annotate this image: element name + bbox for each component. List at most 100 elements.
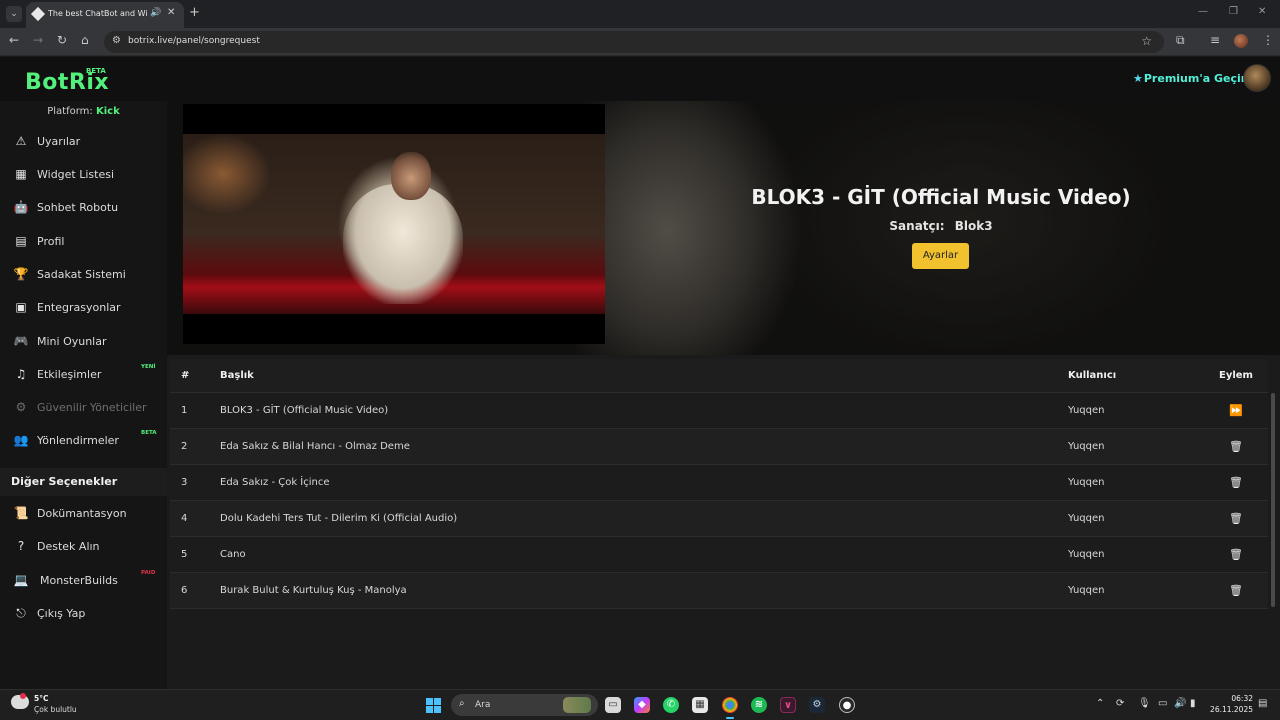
trash-icon[interactable]: 🗑 <box>1229 476 1243 489</box>
active-app-indicator <box>726 717 734 719</box>
table-row: 1 BLOK3 - GİT (Official Music Video) Yuqqe… <box>170 393 1268 429</box>
browser-tab[interactable]: The best ChatBot and Widg 🔊 ✕ <box>26 2 184 28</box>
queue-scrollbar[interactable] <box>1270 359 1276 609</box>
row-action: 🗑 <box>1214 537 1258 572</box>
row-action: 🗑 <box>1214 501 1258 536</box>
skip-forward-icon[interactable]: ⏩ <box>1229 404 1243 417</box>
sidebar-item-label: Widget Listesi <box>37 168 115 181</box>
tab-title: The best ChatBot and Widg <box>48 9 148 18</box>
sidebar-item-monsterbuilds[interactable]: 💻 MonsterBuilds PAID <box>0 567 167 595</box>
task-view-icon[interactable]: ▭ <box>605 697 621 713</box>
tab-close-icon[interactable]: ✕ <box>167 7 175 18</box>
whatsapp-icon[interactable]: ✆ <box>663 697 679 713</box>
sidebar-item-interactions[interactable]: ♫ Etkileşimler YENİ <box>0 361 167 389</box>
sidebar-item-chatbot[interactable]: 🤖 Sohbet Robotu <box>0 194 167 222</box>
steam-icon[interactable]: ⚙ <box>809 697 825 713</box>
row-action: 🗑 <box>1214 465 1258 500</box>
sidebar-item-alerts[interactable]: ⚠ Uyarılar <box>0 128 167 156</box>
sidebar-item-documentation[interactable]: 📜 Dokümantasyon <box>0 500 167 528</box>
extensions-icon[interactable]: ⧉ <box>1176 33 1185 48</box>
column-header-user: Kullanıcı <box>1068 370 1117 381</box>
start-button[interactable] <box>426 698 441 713</box>
trash-icon[interactable]: 🗑 <box>1229 584 1243 597</box>
sidebar-item-logout[interactable]: ⎋ Çıkış Yap <box>0 600 167 628</box>
close-window-button[interactable]: ✕ <box>1258 6 1266 17</box>
address-bar[interactable]: ⚙ botrix.live/panel/songrequest ☆ <box>104 31 1164 53</box>
column-header-number: # <box>181 370 190 381</box>
sidebar-item-label: Sadakat Sistemi <box>37 268 126 281</box>
row-action: 🗑 <box>1214 573 1258 608</box>
notifications-icon[interactable]: ▤ <box>1258 698 1267 709</box>
tab-search-button[interactable]: ⌄ <box>6 6 22 22</box>
display-icon[interactable]: ▭ <box>1158 698 1167 709</box>
gamepad-icon: 🎮 <box>13 334 29 348</box>
beta-badge: BETA <box>141 430 157 436</box>
song-title: Cano <box>220 549 246 560</box>
weather-temperature[interactable]: 5°C <box>34 694 48 703</box>
settings-button[interactable]: Ayarlar <box>912 243 969 269</box>
sync-icon[interactable]: ⟳ <box>1116 698 1124 709</box>
spotify-icon[interactable]: ≋ <box>751 697 767 713</box>
scrollbar-thumb[interactable] <box>1271 393 1275 607</box>
sidebar-item-label: Destek Alın <box>37 540 100 553</box>
premium-link[interactable]: ★Premium'a Geçin <box>1133 72 1249 85</box>
store-icon[interactable]: ▦ <box>692 697 708 713</box>
clock-time[interactable]: 06:32 <box>1213 694 1253 703</box>
clock-date[interactable]: 26.11.2025 <box>1203 705 1253 714</box>
bookmark-star-icon[interactable]: ☆ <box>1141 34 1152 48</box>
trash-icon[interactable]: 🗑 <box>1229 548 1243 561</box>
site-info-icon[interactable]: ⚙ <box>112 35 121 46</box>
sidebar-item-integrations[interactable]: ▣ Entegrasyonlar <box>0 294 167 322</box>
weather-description[interactable]: Çok bulutlu <box>34 705 77 714</box>
song-title: Burak Bulut & Kurtuluş Kuş - Manolya <box>220 585 407 596</box>
row-number: 5 <box>181 549 188 560</box>
sidebar-item-profile[interactable]: ▤ Profil <box>0 228 167 256</box>
artist-label: Sanatçı: <box>889 219 945 233</box>
sidebar-item-label: MonsterBuilds <box>40 574 118 587</box>
search-highlight-image <box>563 697 591 713</box>
taskbar-search[interactable]: ⌕ Ara <box>451 694 598 716</box>
trash-icon[interactable]: 🗑 <box>1229 512 1243 525</box>
battery-icon[interactable]: ▮ <box>1190 698 1196 709</box>
chevron-up-icon[interactable]: ⌃ <box>1096 698 1104 709</box>
row-number: 1 <box>181 405 188 416</box>
user-avatar[interactable] <box>1243 64 1271 92</box>
media-controls-icon[interactable]: ≡ <box>1210 33 1220 47</box>
integration-icon: ▣ <box>15 300 27 314</box>
forward-icon[interactable]: → <box>33 33 43 47</box>
sidebar-item-loyalty[interactable]: 🏆 Sadakat Sistemi <box>0 261 167 289</box>
sidebar-item-mini-games[interactable]: 🎮 Mini Oyunlar <box>0 328 167 356</box>
speaker-icon[interactable]: 🔊 <box>150 8 161 18</box>
microphone-icon[interactable]: 🎙 <box>1138 698 1151 709</box>
app-notification-icon[interactable]: ● <box>839 697 855 713</box>
laptop-icon: 💻 <box>13 573 29 587</box>
copilot-icon[interactable]: ◆ <box>634 697 650 713</box>
browser-menu-icon[interactable]: ⋮ <box>1262 33 1274 47</box>
row-number: 3 <box>181 477 188 488</box>
maximize-button[interactable]: ❐ <box>1229 6 1238 17</box>
volume-icon[interactable]: 🔊 <box>1174 698 1186 709</box>
table-row: 4 Dolu Kadehi Ters Tut - Dilerim Ki (Offi… <box>170 501 1268 537</box>
new-tab-button[interactable]: + <box>189 5 200 20</box>
video-player[interactable] <box>183 104 605 344</box>
new-badge: YENİ <box>141 364 156 370</box>
sidebar-item-redirects[interactable]: 👥 Yönlendirmeler BETA <box>0 427 167 455</box>
chrome-icon[interactable] <box>722 697 738 713</box>
url-text[interactable]: botrix.live/panel/songrequest <box>128 36 260 46</box>
premium-label: Premium'a Geçin <box>1143 72 1249 85</box>
minimize-button[interactable]: — <box>1198 6 1208 17</box>
song-title: Eda Sakız - Çok İçince <box>220 477 330 488</box>
reload-icon[interactable]: ↻ <box>57 33 67 47</box>
browser-profile-avatar[interactable] <box>1234 34 1248 48</box>
back-icon[interactable]: ← <box>9 33 19 47</box>
home-icon[interactable]: ⌂ <box>81 33 89 47</box>
warning-icon: ⚠ <box>15 134 27 148</box>
sidebar-item-support[interactable]: ? Destek Alın <box>0 533 167 561</box>
app-icon[interactable]: ∨ <box>780 697 796 713</box>
other-options-heading: Diğer Seçenekler <box>0 468 167 496</box>
sidebar-item-label: Yönlendirmeler <box>37 434 119 447</box>
trash-icon[interactable]: 🗑 <box>1229 440 1243 453</box>
browser-tab-bar: ⌄ The best ChatBot and Widg 🔊 ✕ + — ❐ ✕ <box>0 0 1280 28</box>
sidebar-item-widget-list[interactable]: ▦ Widget Listesi <box>0 161 167 189</box>
requester-name: Yuqqen <box>1068 513 1105 524</box>
